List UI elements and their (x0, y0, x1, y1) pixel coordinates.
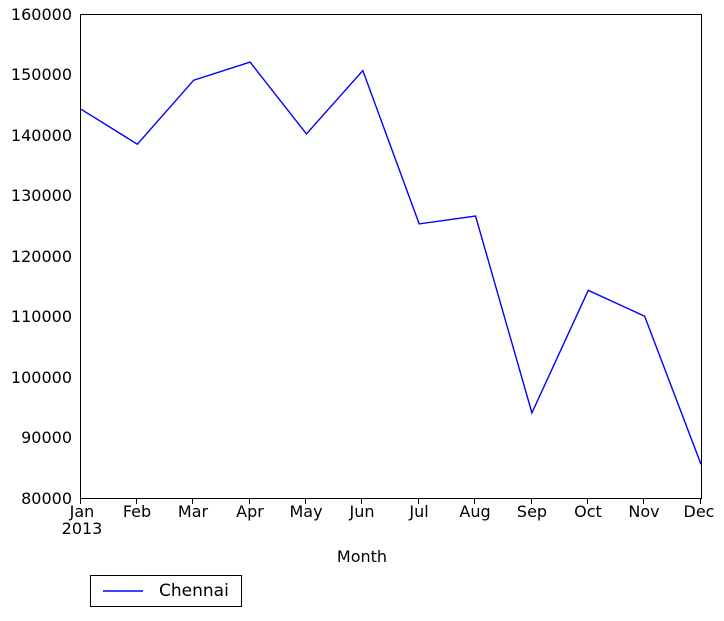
x-axis-tick-label-apr: Apr (236, 502, 264, 521)
x-axis-tick-label-oct: Oct (574, 502, 602, 521)
chart-legend: Chennai (90, 575, 242, 607)
x-axis-tick-label-nov: Nov (628, 502, 660, 521)
chart-figure: 160000 150000 140000 130000 120000 11000… (0, 0, 724, 621)
plot-area (80, 14, 702, 499)
x-axis-tick-label-mar: Mar (177, 502, 209, 521)
y-axis-tick-label: 140000 (10, 126, 72, 145)
x-axis-tick-label-jun: Jun (349, 502, 375, 521)
y-axis-tick-label: 130000 (10, 186, 72, 205)
x-axis-tick-label-feb: Feb (122, 502, 152, 521)
y-axis-tick-label: 120000 (10, 247, 72, 266)
y-axis-tick-label: 90000 (21, 428, 72, 447)
y-axis-tick-label: 110000 (10, 307, 72, 326)
data-series-line-chennai (81, 61, 701, 465)
x-axis-tick-label-jan: Jan 2013 (61, 503, 103, 538)
y-axis-tick-label: 100000 (10, 368, 72, 387)
x-axis-tick-label-may: May (289, 502, 323, 521)
legend-line-swatch-chennai (103, 590, 143, 592)
y-axis-tick-label: 160000 (10, 5, 72, 24)
x-axis-year-label: 2013 (61, 518, 103, 538)
x-axis-tick-label-jul: Jul (409, 502, 429, 521)
x-axis-tick-label-dec: Dec (683, 502, 715, 521)
x-axis-title: Month (336, 547, 388, 566)
legend-label-chennai: Chennai (159, 581, 229, 601)
x-axis-tick-label-aug: Aug (459, 502, 491, 521)
y-axis-tick-label: 150000 (10, 65, 72, 84)
plot-canvas (81, 61, 701, 465)
x-axis-tick-label-sep: Sep (516, 502, 548, 521)
